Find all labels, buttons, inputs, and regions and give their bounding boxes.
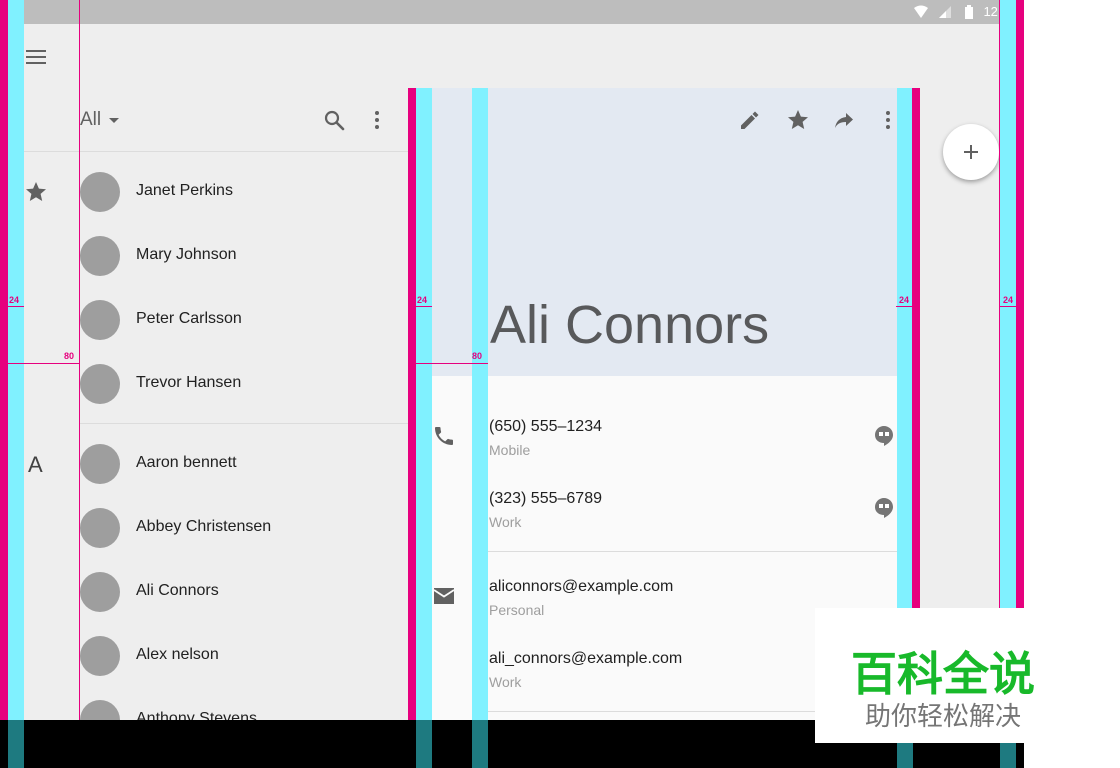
- contact-list-panel: All Janet Perkins Mary Johnson Peter Car…: [8, 88, 408, 768]
- more-vert-icon[interactable]: [365, 108, 389, 132]
- avatar: [80, 364, 120, 404]
- keyline-measure-line: [416, 306, 432, 307]
- list-item[interactable]: Peter Carlsson: [80, 300, 400, 340]
- keyline-gutter-band: [8, 720, 24, 768]
- phone-number: (650) 555–1234: [489, 418, 602, 435]
- keyline-measure-line: [8, 306, 24, 307]
- avatar: [80, 172, 120, 212]
- keyline-gutter-band: [472, 88, 488, 768]
- contact-name: Peter Carlsson: [136, 310, 242, 327]
- watermark-subtitle: 助你轻松解决: [865, 701, 1022, 731]
- phone-type: Mobile: [489, 442, 531, 458]
- email-icon: [433, 588, 455, 604]
- section-divider: [80, 423, 408, 424]
- wifi-icon: [914, 5, 928, 18]
- add-contact-fab[interactable]: [943, 124, 999, 180]
- email-address: ali_connors@example.com: [489, 650, 683, 667]
- filter-label: All: [80, 109, 102, 130]
- email-type: Personal: [489, 602, 545, 618]
- contact-name: Abbey Christensen: [136, 518, 272, 535]
- edit-icon[interactable]: [738, 108, 762, 132]
- phone-number: (323) 555–6789: [489, 490, 602, 507]
- contact-name: Mary Johnson: [136, 246, 237, 263]
- avatar: [80, 300, 120, 340]
- section-letter: A: [28, 452, 43, 477]
- share-icon[interactable]: [832, 108, 856, 132]
- email-type: Work: [489, 674, 522, 690]
- status-bar: 12:30: [0, 0, 1024, 24]
- phone-type: Work: [489, 514, 522, 530]
- list-item[interactable]: Alex nelson: [80, 636, 400, 676]
- section-divider: [488, 551, 920, 552]
- avatar: [80, 572, 120, 612]
- hangouts-icon[interactable]: [874, 497, 894, 519]
- keyline-gutter-band: [416, 88, 432, 768]
- watermark-title: 百科全说: [851, 648, 1035, 700]
- keyline-label: 24: [9, 295, 20, 305]
- keyline-label: 80: [472, 351, 483, 361]
- keyline-gutter-band: [8, 0, 24, 768]
- contact-name: Alex nelson: [136, 646, 219, 663]
- phone-row-mobile[interactable]: (650) 555–1234 Mobile: [489, 418, 899, 462]
- keyline-measure-line: [896, 306, 912, 307]
- signal-icon: [939, 6, 951, 18]
- list-item[interactable]: Mary Johnson: [80, 236, 400, 276]
- keyline-label: 24: [1003, 295, 1014, 305]
- list-toolbar: All: [80, 106, 410, 134]
- avatar: [80, 508, 120, 548]
- plus-icon: [964, 145, 978, 159]
- keyline-gutter-band: [416, 720, 432, 768]
- keyline-measure-line: [8, 363, 80, 364]
- phone-row-work[interactable]: (323) 555–6789 Work: [489, 490, 899, 534]
- battery-icon: [965, 5, 973, 19]
- contact-name: Janet Perkins: [136, 182, 233, 199]
- avatar: [80, 636, 120, 676]
- phone-icon: [435, 427, 453, 445]
- keyline-measure-line: [416, 363, 488, 364]
- list-item[interactable]: Trevor Hansen: [80, 364, 400, 404]
- filter-dropdown[interactable]: All: [80, 106, 120, 134]
- list-item[interactable]: Abbey Christensen: [80, 508, 400, 548]
- contact-name: Aaron bennett: [136, 454, 237, 471]
- dropdown-caret-icon: [109, 117, 120, 123]
- keyline-measure-line: [1000, 306, 1016, 307]
- keyline-content-line: [79, 0, 80, 768]
- email-address: aliconnors@example.com: [489, 578, 674, 595]
- keyline-label: 24: [899, 295, 910, 305]
- keyline-gutter-band: [472, 720, 488, 768]
- watermark-logo: 百科全说 助你轻松解决: [815, 608, 1120, 743]
- hangouts-icon[interactable]: [874, 425, 894, 447]
- avatar: [80, 236, 120, 276]
- keyline-margin-band: [408, 88, 416, 768]
- list-item[interactable]: Janet Perkins: [80, 172, 400, 212]
- avatar: [80, 444, 120, 484]
- star-icon[interactable]: [786, 108, 810, 132]
- contact-name: Ali Connors: [136, 582, 219, 599]
- list-item[interactable]: Aaron bennett: [80, 444, 400, 484]
- search-icon[interactable]: [322, 108, 346, 132]
- hamburger-menu-icon[interactable]: [26, 49, 46, 65]
- keyline-label: 24: [417, 295, 428, 305]
- header-divider: [8, 151, 408, 152]
- star-icon: [26, 182, 46, 201]
- keyline-margin-band: [0, 0, 8, 768]
- contact-name: Trevor Hansen: [136, 374, 242, 391]
- contact-name-title: Ali Connors: [490, 295, 770, 355]
- list-item[interactable]: Ali Connors: [80, 572, 400, 612]
- keyline-label: 80: [64, 351, 75, 361]
